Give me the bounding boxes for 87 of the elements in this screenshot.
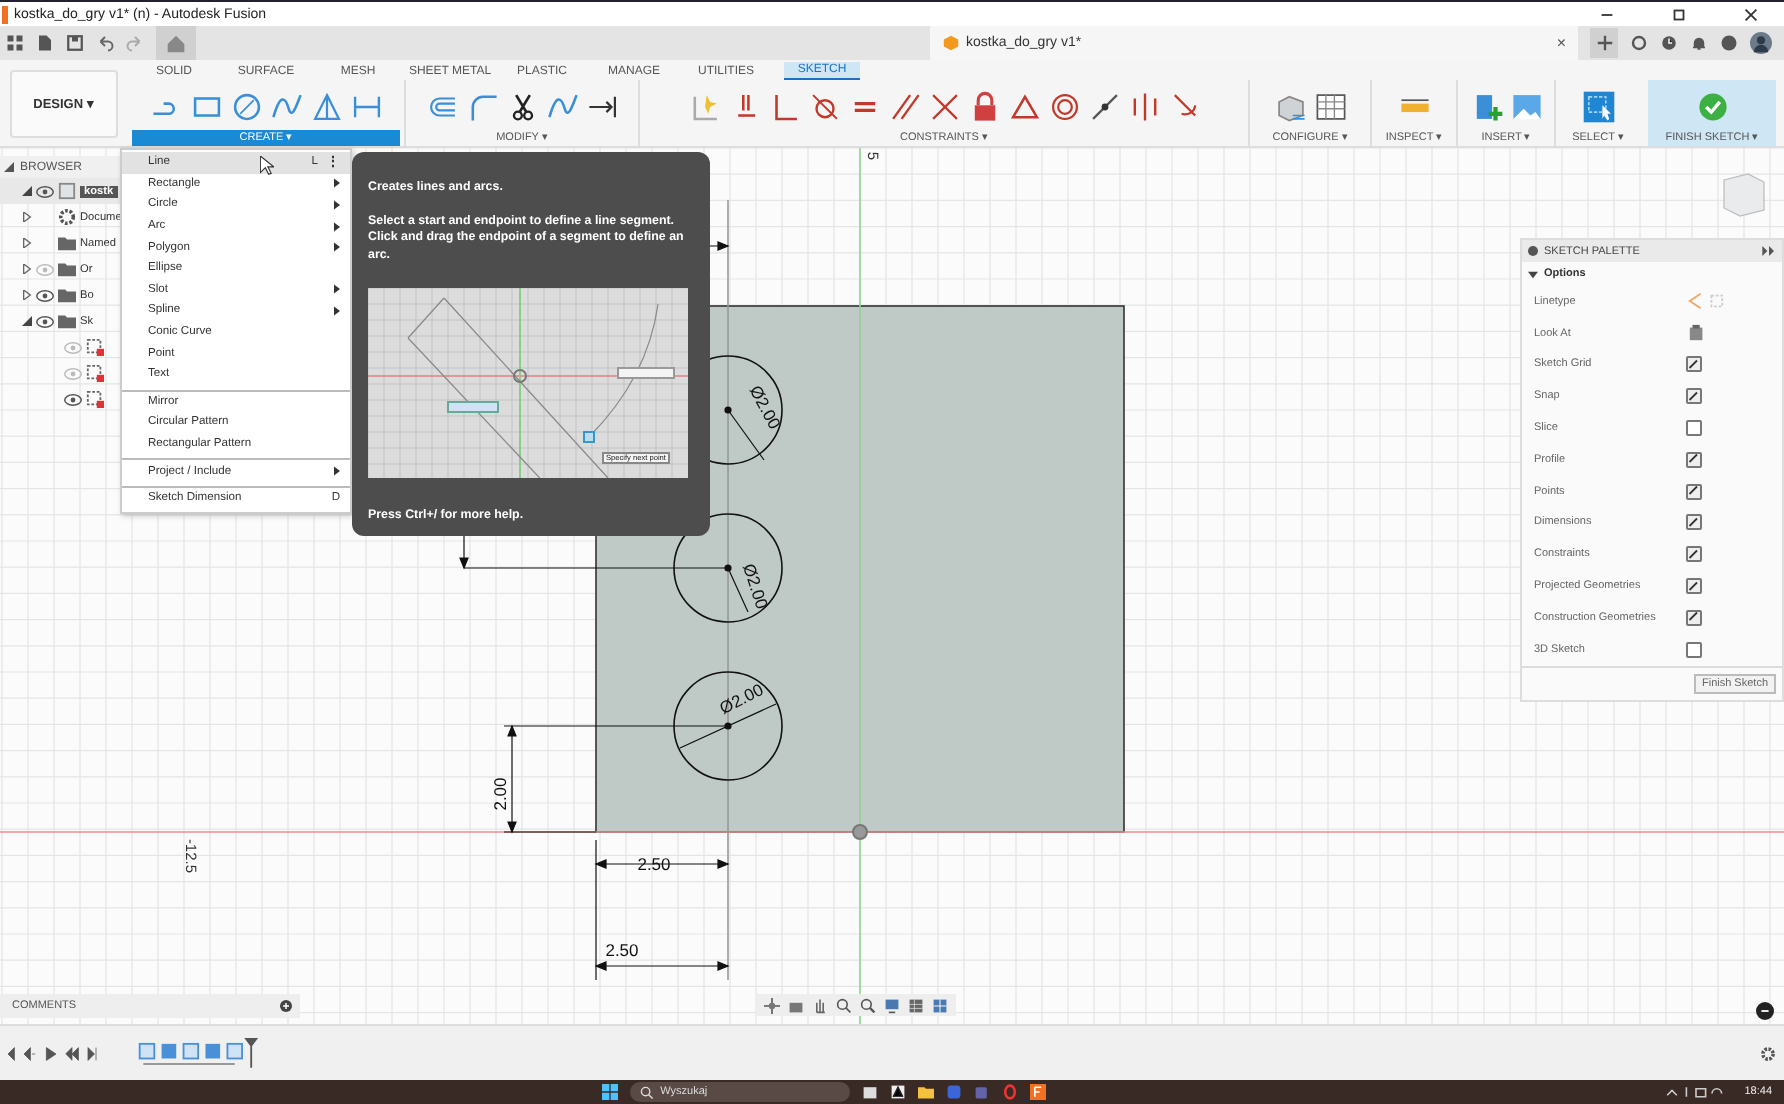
select-icon[interactable] [1581, 89, 1615, 123]
ring-icon[interactable] [1002, 1084, 1019, 1100]
eye-icon[interactable] [36, 289, 54, 301]
expand-arrow-icon[interactable] [22, 264, 32, 274]
bell-icon[interactable] [1690, 34, 1708, 52]
hand-icon[interactable] [812, 997, 828, 1013]
expand-icon[interactable] [1762, 246, 1776, 256]
mouse-cursor-icon [260, 156, 274, 176]
orbit-icon[interactable] [764, 997, 780, 1013]
checkbox[interactable] [1686, 356, 1702, 373]
avatar-icon[interactable] [1750, 32, 1772, 54]
checkbox[interactable] [1686, 609, 1702, 626]
folder-icon[interactable] [918, 1084, 935, 1100]
plus-icon [1595, 34, 1613, 52]
expand-arrow-icon[interactable] [22, 186, 32, 196]
table-icon[interactable] [1313, 89, 1347, 123]
circle-icon[interactable] [229, 89, 263, 123]
expand-arrow-icon[interactable] [22, 316, 32, 326]
timeline-features-icon[interactable] [136, 1038, 264, 1068]
eye-icon[interactable] [36, 185, 54, 197]
fusion-app-icon[interactable] [1030, 1084, 1047, 1100]
app-icon[interactable] [890, 1084, 907, 1100]
maximize-icon[interactable] [1670, 5, 1688, 23]
dimension-label[interactable]: Ø2.00 [739, 561, 773, 612]
checkbox[interactable] [1686, 546, 1702, 563]
sketch-circle[interactable] [673, 513, 783, 623]
undo-icon[interactable] [96, 34, 114, 52]
checkbox[interactable] [1686, 578, 1702, 595]
triangle-icon[interactable] [1007, 89, 1041, 123]
expand-arrow-icon[interactable] [22, 212, 32, 222]
zoom-icon[interactable] [836, 997, 852, 1013]
close-icon[interactable] [1742, 5, 1760, 23]
teams-icon[interactable] [974, 1084, 991, 1100]
eye-icon[interactable] [36, 315, 54, 327]
origin-point [852, 824, 868, 840]
add-comment-icon[interactable] [280, 1000, 292, 1012]
new-tab-button[interactable] [1590, 28, 1618, 58]
grid-menu-icon[interactable] [6, 34, 24, 52]
check-icon[interactable] [1695, 89, 1729, 123]
expand-arrow-icon[interactable] [22, 238, 32, 248]
center-point[interactable] [724, 406, 732, 414]
sketch-icon[interactable] [86, 364, 104, 382]
collapse-triangle-icon[interactable] [4, 162, 14, 172]
center-point[interactable] [724, 564, 732, 572]
midpoint-icon[interactable] [1087, 89, 1121, 123]
dimension-label[interactable]: 2.50 [605, 940, 639, 960]
app-logo-icon [2, 5, 8, 23]
submenu-arrow-icon [334, 466, 340, 477]
settings-icon[interactable] [1760, 1045, 1776, 1061]
eye-icon[interactable] [64, 393, 82, 405]
dimension-label[interactable]: 2.50 [637, 854, 671, 874]
concentric-icon[interactable] [1047, 89, 1081, 123]
triangle-icon[interactable] [309, 89, 343, 123]
perpendicular-icon[interactable] [927, 89, 961, 123]
sketch-circle[interactable] [673, 671, 783, 781]
collapse-triangle-icon[interactable] [1528, 269, 1538, 279]
search-icon[interactable] [860, 997, 876, 1013]
checkbox[interactable] [1686, 388, 1702, 405]
expand-arrow-icon[interactable] [22, 290, 32, 300]
gear-icon [58, 208, 76, 226]
parallel-icon[interactable] [887, 89, 921, 123]
box-icon [942, 34, 960, 52]
center-point[interactable] [724, 722, 732, 730]
file-icon[interactable] [36, 34, 54, 52]
grid-icon[interactable] [908, 997, 924, 1013]
sketch-icon[interactable] [86, 338, 104, 356]
start-icon[interactable] [602, 1084, 619, 1100]
image-icon[interactable] [1509, 89, 1543, 123]
search-icon [640, 1085, 655, 1099]
dimension-label[interactable]: 2.00 [490, 777, 510, 811]
clock-icon[interactable] [1660, 34, 1678, 52]
checkbox[interactable] [1686, 483, 1702, 500]
save-icon[interactable] [66, 34, 84, 52]
sketch-icon[interactable] [86, 390, 104, 408]
file-explorer-icon[interactable] [862, 1084, 879, 1100]
display-icon[interactable] [884, 997, 900, 1013]
tab-close-button[interactable]: × [1556, 34, 1566, 52]
checkbox[interactable] [1686, 420, 1702, 437]
camera-icon[interactable] [788, 997, 804, 1013]
spline-icon[interactable] [269, 89, 303, 123]
tangent-icon[interactable] [807, 89, 841, 123]
checkbox[interactable] [1686, 451, 1702, 468]
viewports-icon[interactable] [932, 997, 948, 1013]
checkbox[interactable] [1686, 514, 1702, 531]
home-icon [166, 33, 186, 53]
dot-icon [1528, 246, 1538, 256]
checkbox[interactable] [1686, 641, 1702, 658]
